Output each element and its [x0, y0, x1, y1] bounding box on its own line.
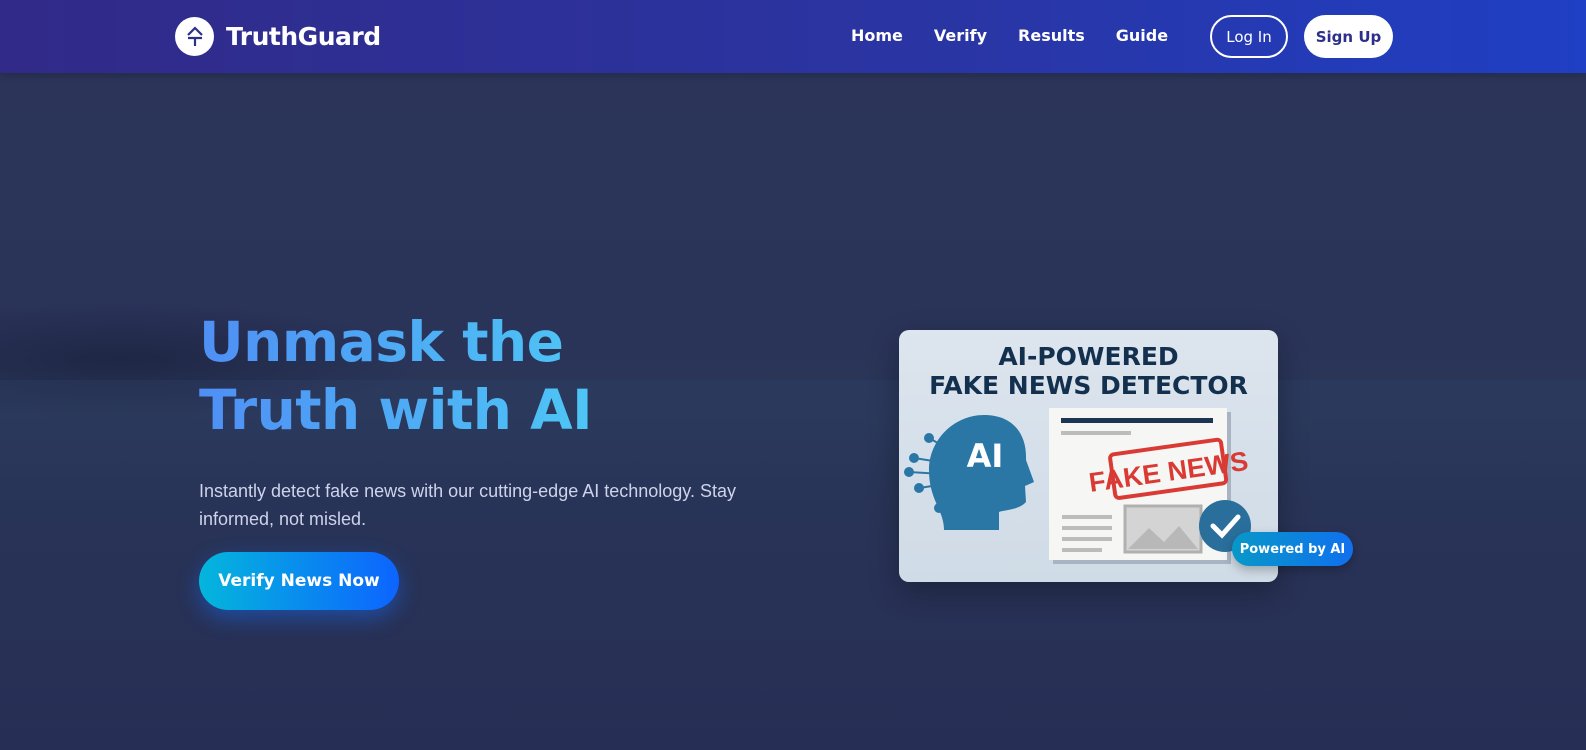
hero-title: Unmask the Truth with AI [199, 308, 719, 444]
hero-subtitle: Instantly detect fake news with our cutt… [199, 481, 736, 529]
logo-icon [175, 17, 214, 56]
nav-verify[interactable]: Verify [934, 26, 987, 45]
brand-logo[interactable]: TruthGuard [175, 17, 381, 56]
ai-label: AI [967, 437, 1004, 475]
hero-illustration: AI-POWERED FAKE NEWS DETECTOR AI FAKE NEW… [899, 330, 1278, 582]
nav-guide[interactable]: Guide [1116, 26, 1168, 45]
brand-name: TruthGuard [226, 22, 381, 51]
navbar: TruthGuard Home Verify Results Guide Log… [0, 0, 1586, 73]
nav-results[interactable]: Results [1018, 26, 1085, 45]
nav-home[interactable]: Home [851, 26, 903, 45]
ai-newspaper-graphic: AI FAKE NEWS [904, 408, 1251, 564]
login-button[interactable]: Log In [1210, 15, 1288, 58]
signup-button[interactable]: Sign Up [1304, 15, 1393, 58]
powered-by-ai-badge: Powered by AI [1232, 532, 1353, 566]
verify-news-button[interactable]: Verify News Now [199, 552, 399, 610]
